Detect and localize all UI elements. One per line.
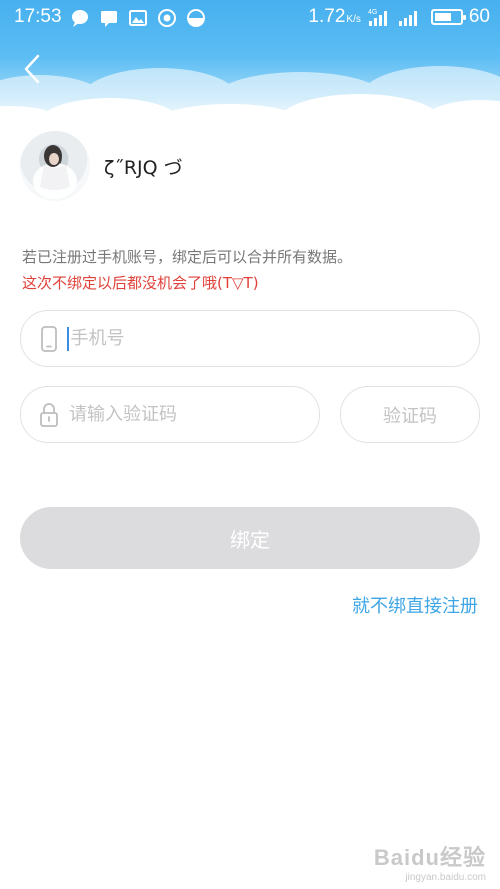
chat-bubble-icon (72, 10, 88, 27)
status-bar: 17:53 1.72K/s 4G 60 (0, 0, 500, 36)
svg-text:4G: 4G (368, 9, 377, 16)
image-icon (129, 10, 147, 26)
notification-icons (70, 8, 206, 28)
bind-notice: 若已注册过手机账号，绑定后可以合并所有数据。 这次不绑定以后都没机会了哦(T▽T… (22, 244, 352, 296)
battery-icon (430, 9, 466, 25)
half-circle-icon (187, 9, 205, 27)
cloud-decoration (0, 66, 500, 125)
text-cursor (67, 326, 69, 351)
avatar (20, 131, 90, 201)
skip-register-link[interactable]: 就不绑直接注册 (352, 592, 478, 618)
status-time: 17:53 (14, 6, 62, 27)
watermark-main: Baidu经验 (373, 845, 486, 870)
code-input[interactable] (69, 404, 319, 425)
chevron-left-icon (24, 54, 40, 84)
watermark-logo: Baidu经验 jingyan.baidu.com (374, 840, 486, 883)
code-field[interactable] (20, 386, 320, 443)
watermark-sub: jingyan.baidu.com (405, 872, 486, 883)
lock-icon (40, 402, 58, 427)
battery-level: 60 (468, 6, 490, 27)
notice-info-text: 若已注册过手机账号，绑定后可以合并所有数据。 (22, 248, 353, 266)
notice-warning-text: 这次不绑定以后都没机会了哦(T▽T) (22, 274, 259, 292)
header-banner: 17:53 1.72K/s 4G 60 (0, 0, 500, 125)
signal-icon (398, 11, 417, 26)
phone-icon (41, 325, 57, 352)
user-profile: ζ˝RJQ づ (20, 131, 183, 201)
bind-button[interactable]: 绑定 (20, 507, 480, 569)
user-name: ζ˝RJQ づ (104, 156, 183, 179)
phone-input[interactable] (70, 328, 371, 349)
back-button[interactable] (18, 50, 50, 88)
status-right: 1.72K/s 4G 60 (308, 6, 490, 28)
phone-field[interactable] (20, 310, 480, 367)
get-code-button[interactable]: 验证码 (340, 386, 480, 443)
signal-4g-icon: 4G (368, 9, 387, 26)
app-circle-icon (158, 9, 176, 27)
avatar-photo (33, 145, 77, 199)
net-speed: 1.72K/s (308, 6, 361, 27)
message-icon (101, 11, 117, 27)
